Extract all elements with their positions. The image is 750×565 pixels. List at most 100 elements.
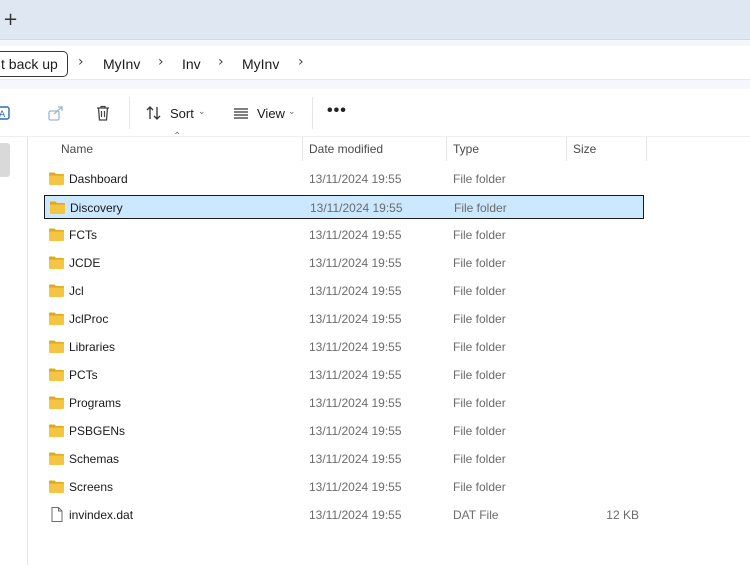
file-type: File folder	[453, 368, 506, 382]
file-name: PCTs	[69, 368, 98, 382]
file-size	[574, 391, 639, 415]
folder-icon	[50, 201, 65, 214]
file-type: File folder	[453, 424, 506, 438]
file-size	[574, 167, 639, 191]
file-row[interactable]: PCTs 13/11/2024 19:55 File folder	[44, 363, 644, 387]
file-row[interactable]: PSBGENs 13/11/2024 19:55 File folder	[44, 419, 644, 443]
svg-text:A: A	[0, 110, 6, 120]
rename-icon[interactable]: A	[0, 104, 12, 122]
view-icon[interactable]	[232, 104, 250, 122]
column-divider[interactable]	[566, 137, 567, 161]
command-bar: A Sort ⌄ View ⌄	[0, 89, 750, 137]
file-date-modified: 13/11/2024 19:55	[309, 256, 402, 270]
file-name: Libraries	[69, 340, 116, 354]
toolbar-divider	[129, 97, 130, 129]
file-type: File folder	[453, 172, 506, 186]
column-divider[interactable]	[446, 137, 447, 161]
folder-icon	[49, 452, 64, 465]
new-tab-button[interactable]: +	[3, 11, 21, 30]
folder-icon	[49, 312, 64, 325]
file-name: Programs	[69, 396, 122, 410]
file-type: File folder	[453, 228, 506, 242]
sort-button[interactable]: Sort	[170, 106, 194, 121]
file-name: Screens	[69, 480, 114, 494]
chevron-right-icon[interactable]: ›	[218, 54, 224, 70]
column-header-size[interactable]: Size	[573, 137, 596, 161]
file-date-modified: 13/11/2024 19:55	[309, 340, 402, 354]
file-type: File folder	[453, 284, 506, 298]
chevron-down-icon[interactable]: ⌄	[198, 107, 206, 117]
file-type: File folder	[453, 256, 506, 270]
file-size	[575, 196, 640, 220]
chevron-down-icon[interactable]: ⌄	[288, 107, 296, 117]
column-header-date-modified[interactable]: Date modified	[309, 137, 383, 161]
file-name: invindex.dat	[69, 508, 134, 522]
file-type: File folder	[453, 396, 506, 410]
share-icon[interactable]	[47, 104, 65, 122]
file-date-modified: 13/11/2024 19:55	[310, 201, 403, 215]
file-size	[574, 251, 639, 275]
folder-icon	[49, 228, 64, 241]
file-date-modified: 13/11/2024 19:55	[309, 508, 402, 522]
file-name: JclProc	[69, 312, 109, 326]
folder-icon	[49, 480, 64, 493]
chevron-right-icon[interactable]: ›	[158, 54, 164, 70]
file-type: File folder	[454, 201, 507, 215]
file-row[interactable]: Programs 13/11/2024 19:55 File folder	[44, 391, 644, 415]
file-name: FCTs	[69, 228, 97, 242]
file-size	[574, 307, 639, 331]
file-date-modified: 13/11/2024 19:55	[309, 284, 402, 298]
view-button[interactable]: View	[257, 106, 285, 121]
back-up-chip[interactable]: t back up	[0, 51, 68, 77]
breadcrumb-inv[interactable]: Inv	[182, 56, 201, 72]
file-row[interactable]: Schemas 13/11/2024 19:55 File folder	[44, 447, 644, 471]
file-row[interactable]: Discovery 13/11/2024 19:55 File folder	[44, 195, 644, 219]
file-row[interactable]: invindex.dat 13/11/2024 19:55 DAT File 12 K…	[44, 503, 644, 527]
file-size	[574, 279, 639, 303]
file-row[interactable]: JCDE 13/11/2024 19:55 File folder	[44, 251, 644, 275]
file-date-modified: 13/11/2024 19:55	[309, 228, 402, 242]
file-name: JCDE	[69, 256, 101, 270]
folder-icon	[49, 340, 64, 353]
file-row[interactable]: Dashboard 13/11/2024 19:55 File folder	[44, 167, 644, 191]
file-name: Jcl	[69, 284, 84, 298]
file-date-modified: 13/11/2024 19:55	[309, 396, 402, 410]
column-divider[interactable]	[302, 137, 303, 161]
file-size	[574, 363, 639, 387]
nav-pane-scrollbar[interactable]	[0, 143, 10, 177]
chevron-right-icon[interactable]: ›	[78, 54, 84, 70]
folder-icon	[49, 424, 64, 437]
chevron-right-icon[interactable]: ›	[298, 54, 304, 70]
file-type: File folder	[453, 452, 506, 466]
folder-icon	[49, 284, 64, 297]
file-size	[574, 447, 639, 471]
file-row[interactable]: FCTs 13/11/2024 19:55 File folder	[44, 223, 644, 247]
file-type: File folder	[453, 340, 506, 354]
file-date-modified: 13/11/2024 19:55	[309, 452, 402, 466]
file-row[interactable]: Jcl 13/11/2024 19:55 File folder	[44, 279, 644, 303]
breadcrumb-myinv-current[interactable]: MyInv	[242, 56, 279, 72]
sort-ascending-icon: ⌃	[173, 131, 182, 142]
file-row[interactable]: Screens 13/11/2024 19:55 File folder	[44, 475, 644, 499]
column-divider[interactable]	[646, 137, 647, 161]
file-date-modified: 13/11/2024 19:55	[309, 480, 402, 494]
file-name: PSBGENs	[69, 424, 126, 438]
sort-icon[interactable]	[145, 104, 163, 122]
file-size	[574, 335, 639, 359]
column-header-type[interactable]: Type	[453, 137, 479, 161]
file-row[interactable]: JclProc 13/11/2024 19:55 File folder	[44, 307, 644, 331]
delete-icon[interactable]	[94, 104, 112, 122]
file-date-modified: 13/11/2024 19:55	[309, 424, 402, 438]
file-type: DAT File	[453, 508, 499, 522]
file-name: Schemas	[69, 452, 120, 466]
file-date-modified: 13/11/2024 19:55	[309, 172, 402, 186]
file-date-modified: 13/11/2024 19:55	[309, 312, 402, 326]
more-options-button[interactable]: •••	[327, 102, 347, 120]
file-type: File folder	[453, 312, 506, 326]
file-row[interactable]: Libraries 13/11/2024 19:55 File folder	[44, 335, 644, 359]
file-name: Discovery	[70, 201, 123, 215]
column-header-name[interactable]: Name	[61, 137, 93, 161]
navigation-pane[interactable]	[0, 137, 28, 565]
folder-icon	[49, 368, 64, 381]
breadcrumb-myinv[interactable]: MyInv	[103, 56, 140, 72]
